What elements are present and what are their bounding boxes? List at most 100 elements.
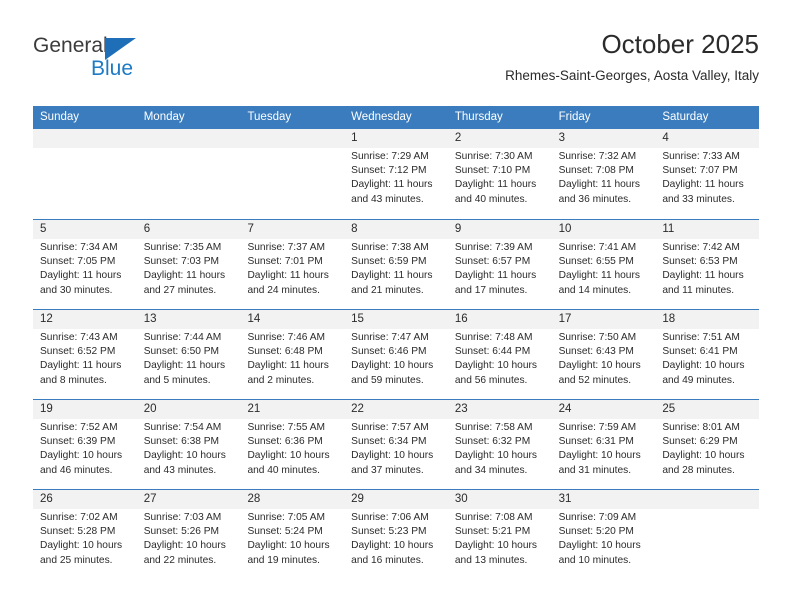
day-daylight1-text: Daylight: 10 hours bbox=[454, 360, 537, 372]
day-cell-empty bbox=[33, 129, 137, 219]
day-cell[interactable]: 30 Sunrise: 7:08 AM Sunset: 5:21 PM Dayligh… bbox=[447, 490, 552, 579]
day-number: 28 bbox=[247, 493, 261, 505]
day-cell[interactable]: 5 Sunrise: 7:34 AM Sunset: 7:05 PM Daylight… bbox=[33, 220, 137, 309]
day-number-band bbox=[240, 129, 345, 148]
day-cell[interactable]: 11 Sunrise: 7:42 AM Sunset: 6:53 PM Dayligh… bbox=[655, 220, 760, 309]
day-daylight1-text: Daylight: 11 hours bbox=[454, 270, 537, 282]
day-daylight2-text: and 19 minutes. bbox=[247, 554, 320, 566]
day-sun-info: Sunrise: 7:46 AM Sunset: 6:48 PM Daylight:… bbox=[247, 331, 337, 388]
day-daylight2-text: and 5 minutes. bbox=[143, 374, 211, 386]
day-daylight2-text: and 25 minutes. bbox=[40, 554, 113, 566]
day-sunset-text: Sunset: 6:57 PM bbox=[454, 256, 531, 268]
day-daylight2-text: and 17 minutes. bbox=[454, 284, 528, 296]
day-cell[interactable]: 20 Sunrise: 7:54 AM Sunset: 6:38 PM Dayligh… bbox=[136, 400, 241, 489]
day-sun-info: Sunrise: 7:34 AM Sunset: 7:05 PM Daylight:… bbox=[40, 241, 130, 298]
day-sun-info: Sunrise: 7:54 AM Sunset: 6:38 PM Daylight:… bbox=[144, 421, 234, 478]
day-sunset-text: Sunset: 6:39 PM bbox=[40, 436, 116, 448]
day-number: 26 bbox=[40, 493, 53, 505]
day-sunset-text: Sunset: 7:08 PM bbox=[558, 165, 634, 177]
day-sun-info: Sunrise: 7:44 AM Sunset: 6:50 PM Daylight:… bbox=[144, 331, 234, 388]
day-cell[interactable]: 23 Sunrise: 7:58 AM Sunset: 6:32 PM Dayligh… bbox=[447, 400, 552, 489]
day-number-band bbox=[33, 129, 137, 148]
day-cell[interactable]: 26 Sunrise: 7:02 AM Sunset: 5:28 PM Dayligh… bbox=[33, 490, 137, 579]
day-cell[interactable]: 1 Sunrise: 7:29 AM Sunset: 7:12 PM Daylight… bbox=[344, 129, 448, 219]
day-sunset-text: Sunset: 6:46 PM bbox=[351, 346, 427, 358]
day-cell[interactable]: 22 Sunrise: 7:57 AM Sunset: 6:34 PM Dayligh… bbox=[344, 400, 448, 489]
day-cell[interactable]: 27 Sunrise: 7:03 AM Sunset: 5:26 PM Dayligh… bbox=[136, 490, 241, 579]
day-sun-info: Sunrise: 7:09 AM Sunset: 5:20 PM Daylight:… bbox=[559, 511, 649, 568]
day-cell[interactable]: 12 Sunrise: 7:43 AM Sunset: 6:52 PM Dayligh… bbox=[33, 310, 137, 399]
day-sunrise-text: Sunrise: 7:08 AM bbox=[454, 512, 533, 523]
day-cell[interactable]: 14 Sunrise: 7:46 AM Sunset: 6:48 PM Dayligh… bbox=[240, 310, 345, 399]
day-number: 1 bbox=[351, 132, 358, 144]
day-daylight1-text: Daylight: 11 hours bbox=[558, 270, 640, 282]
day-number: 31 bbox=[558, 493, 572, 505]
day-daylight1-text: Daylight: 10 hours bbox=[351, 540, 434, 552]
day-sunset-text: Sunset: 6:53 PM bbox=[662, 256, 738, 268]
day-sunrise-text: Sunrise: 7:35 AM bbox=[143, 242, 222, 253]
day-sun-info: Sunrise: 7:32 AM Sunset: 7:08 PM Daylight:… bbox=[559, 150, 649, 207]
day-sun-info: Sunrise: 7:58 AM Sunset: 6:32 PM Daylight:… bbox=[455, 421, 545, 478]
day-cell[interactable]: 31 Sunrise: 7:09 AM Sunset: 5:20 PM Dayligh… bbox=[551, 490, 656, 579]
day-daylight2-text: and 46 minutes. bbox=[40, 464, 113, 476]
day-cell[interactable]: 2 Sunrise: 7:30 AM Sunset: 7:10 PM Daylight… bbox=[447, 129, 552, 219]
day-daylight2-text: and 31 minutes. bbox=[558, 464, 632, 476]
day-cell[interactable]: 17 Sunrise: 7:50 AM Sunset: 6:43 PM Dayligh… bbox=[551, 310, 656, 399]
day-cell[interactable]: 8 Sunrise: 7:38 AM Sunset: 6:59 PM Daylight… bbox=[344, 220, 448, 309]
day-cell[interactable]: 25 Sunrise: 8:01 AM Sunset: 6:29 PM Dayligh… bbox=[655, 400, 760, 489]
day-daylight1-text: Daylight: 11 hours bbox=[351, 179, 433, 191]
day-number: 20 bbox=[143, 403, 157, 415]
day-cell[interactable]: 29 Sunrise: 7:06 AM Sunset: 5:23 PM Dayligh… bbox=[344, 490, 448, 579]
day-sun-info: Sunrise: 7:43 AM Sunset: 6:52 PM Daylight:… bbox=[40, 331, 130, 388]
day-sun-info: Sunrise: 7:52 AM Sunset: 6:39 PM Daylight:… bbox=[40, 421, 130, 478]
day-cell[interactable]: 13 Sunrise: 7:44 AM Sunset: 6:50 PM Dayligh… bbox=[136, 310, 241, 399]
day-cell[interactable]: 4 Sunrise: 7:33 AM Sunset: 7:07 PM Daylight… bbox=[655, 129, 760, 219]
day-sun-info: Sunrise: 7:41 AM Sunset: 6:55 PM Daylight:… bbox=[559, 241, 649, 298]
day-cell[interactable]: 7 Sunrise: 7:37 AM Sunset: 7:01 PM Daylight… bbox=[240, 220, 345, 309]
day-cell[interactable]: 10 Sunrise: 7:41 AM Sunset: 6:55 PM Dayligh… bbox=[551, 220, 656, 309]
day-daylight1-text: Daylight: 11 hours bbox=[40, 270, 122, 282]
day-daylight1-text: Daylight: 10 hours bbox=[247, 540, 330, 552]
day-daylight2-text: and 21 minutes. bbox=[351, 284, 424, 296]
day-number: 23 bbox=[454, 403, 468, 415]
day-cell[interactable]: 9 Sunrise: 7:39 AM Sunset: 6:57 PM Daylight… bbox=[447, 220, 552, 309]
day-sun-info: Sunrise: 7:42 AM Sunset: 6:53 PM Daylight:… bbox=[662, 241, 752, 298]
day-cell[interactable]: 19 Sunrise: 7:52 AM Sunset: 6:39 PM Dayligh… bbox=[33, 400, 137, 489]
day-cell[interactable]: 18 Sunrise: 7:51 AM Sunset: 6:41 PM Dayligh… bbox=[655, 310, 760, 399]
day-sunset-text: Sunset: 5:28 PM bbox=[40, 526, 116, 538]
general-blue-logo: General Blue bbox=[33, 34, 243, 88]
day-daylight1-text: Daylight: 11 hours bbox=[662, 179, 744, 191]
day-cell[interactable]: 3 Sunrise: 7:32 AM Sunset: 7:08 PM Daylight… bbox=[551, 129, 656, 219]
day-sunset-text: Sunset: 6:31 PM bbox=[558, 436, 634, 448]
day-sunset-text: Sunset: 5:26 PM bbox=[143, 526, 220, 538]
weekday-header-friday: Friday bbox=[558, 111, 591, 123]
day-number: 5 bbox=[40, 223, 47, 235]
week-row: 26 Sunrise: 7:02 AM Sunset: 5:28 PM Dayligh… bbox=[33, 489, 760, 579]
day-cell[interactable]: 15 Sunrise: 7:47 AM Sunset: 6:46 PM Dayligh… bbox=[344, 310, 448, 399]
day-cell[interactable]: 16 Sunrise: 7:48 AM Sunset: 6:44 PM Dayligh… bbox=[447, 310, 552, 399]
day-sun-info: Sunrise: 7:50 AM Sunset: 6:43 PM Daylight:… bbox=[559, 331, 649, 388]
day-number: 11 bbox=[662, 223, 675, 235]
day-cell[interactable]: 24 Sunrise: 7:59 AM Sunset: 6:31 PM Dayligh… bbox=[551, 400, 656, 489]
day-number: 30 bbox=[454, 493, 468, 505]
weekday-header-sunday: Sunday bbox=[40, 111, 80, 123]
day-sunset-text: Sunset: 6:34 PM bbox=[351, 436, 427, 448]
day-number: 3 bbox=[558, 132, 565, 144]
day-sunrise-text: Sunrise: 7:51 AM bbox=[662, 332, 740, 343]
day-cell[interactable]: 21 Sunrise: 7:55 AM Sunset: 6:36 PM Dayligh… bbox=[240, 400, 345, 489]
day-daylight2-text: and 36 minutes. bbox=[558, 193, 632, 205]
day-daylight2-text: and 11 minutes. bbox=[662, 284, 735, 296]
day-daylight1-text: Daylight: 11 hours bbox=[40, 360, 122, 372]
day-number: 8 bbox=[351, 223, 358, 235]
day-number: 24 bbox=[558, 403, 572, 415]
day-daylight1-text: Daylight: 11 hours bbox=[454, 179, 537, 191]
day-daylight2-text: and 28 minutes. bbox=[662, 464, 735, 476]
day-daylight2-text: and 14 minutes. bbox=[558, 284, 632, 296]
day-cell[interactable]: 6 Sunrise: 7:35 AM Sunset: 7:03 PM Daylight… bbox=[136, 220, 241, 309]
day-number: 13 bbox=[143, 313, 157, 325]
day-daylight2-text: and 30 minutes. bbox=[40, 284, 113, 296]
day-daylight1-text: Daylight: 11 hours bbox=[143, 270, 226, 282]
day-cell[interactable]: 28 Sunrise: 7:05 AM Sunset: 5:24 PM Dayligh… bbox=[240, 490, 345, 579]
day-sunset-text: Sunset: 7:07 PM bbox=[662, 165, 738, 177]
day-daylight1-text: Daylight: 10 hours bbox=[662, 450, 745, 462]
